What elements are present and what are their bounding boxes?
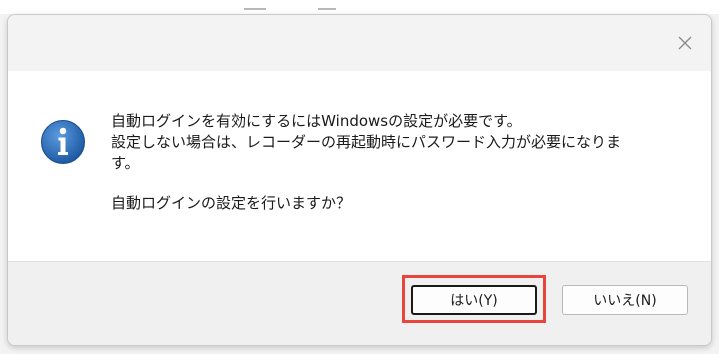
message-line: 設定しない場合は、レコーダーの再起動時にパスワード入力が必要になりま [111, 133, 622, 151]
no-button[interactable]: いいえ(N) [562, 285, 688, 315]
close-button[interactable] [665, 23, 705, 63]
dialog-content: 自動ログインを有効にするにはWindowsの設定が必要です。 設定しない場合は、… [8, 71, 711, 261]
dialog-question: 自動ログインの設定を行いますか？ [111, 194, 352, 212]
close-icon [678, 36, 692, 50]
yes-button[interactable]: はい(Y) [411, 285, 537, 315]
background-mark [318, 8, 336, 10]
message-line: す。 [111, 154, 140, 172]
dialog-footer: はい(Y) いいえ(N) [8, 261, 711, 345]
background-window-strip [0, 0, 719, 14]
background-mark [244, 8, 266, 10]
info-icon [41, 120, 85, 164]
message-dialog: 自動ログインを有効にするにはWindowsの設定が必要です。 設定しない場合は、… [7, 14, 712, 346]
message-line: 自動ログインを有効にするにはWindowsの設定が必要です。 [111, 112, 522, 130]
dialog-titlebar [8, 15, 711, 71]
dialog-message: 自動ログインを有効にするにはWindowsの設定が必要です。 設定しない場合は、… [111, 111, 681, 214]
